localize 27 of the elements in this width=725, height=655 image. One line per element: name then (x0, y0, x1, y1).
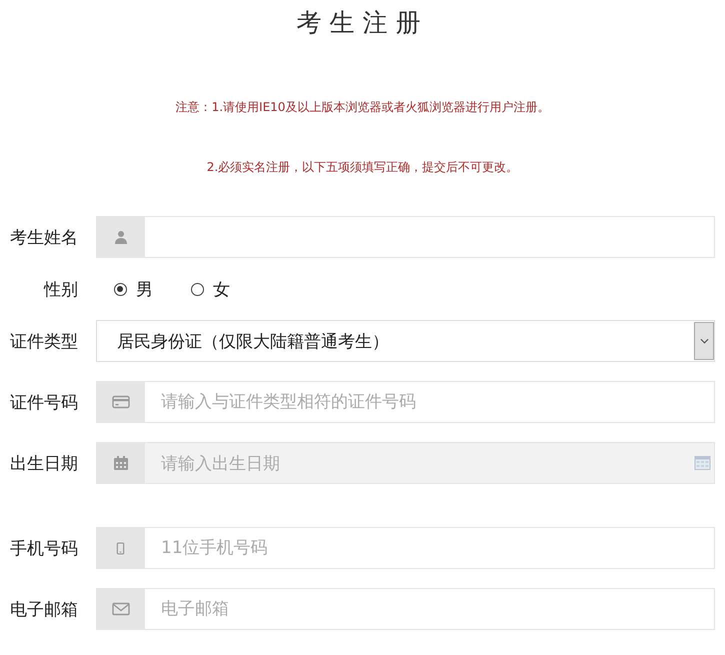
calendar-icon[interactable] (694, 456, 711, 470)
envelope-icon (112, 602, 130, 616)
card-icon (112, 395, 130, 409)
field-label: 性别 (42, 278, 78, 300)
radio-option[interactable]: 女 (191, 278, 230, 300)
field-label: 手机号码 (9, 538, 78, 560)
chevron-down-icon (700, 338, 708, 344)
input-field[interactable]: 11位手机号码 (145, 527, 715, 569)
dropdown-button[interactable] (694, 322, 714, 360)
calendar-icon (112, 455, 128, 471)
input-field[interactable] (145, 216, 715, 258)
select-value: 居民身份证（仅限大陆籍普通考生） (116, 330, 389, 352)
field-label: 出生日期 (9, 452, 78, 474)
input-field[interactable]: 电子邮箱 (145, 588, 715, 630)
person-icon (114, 230, 128, 244)
radio-option[interactable]: 男 (114, 278, 153, 300)
notice-text: 2.必须实名注册，以下五项须填写正确，提交后不可更改。 (206, 159, 518, 176)
field-label: 证件类型 (9, 330, 78, 352)
field-label: 证件号码 (9, 392, 78, 414)
page-title: 考生注册 (296, 7, 430, 39)
placeholder-text: 请输入出生日期 (161, 452, 280, 474)
notice-text: 注意：1.请使用IE10及以上版本浏览器或者火狐浏览器进行用户注册。 (176, 99, 550, 116)
field-label: 考生姓名 (9, 226, 78, 248)
select-field[interactable]: 居民身份证（仅限大陆籍普通考生） (96, 320, 715, 362)
input-field[interactable]: 请输入与证件类型相符的证件号码 (145, 381, 715, 423)
field-label: 电子邮箱 (9, 598, 78, 620)
phone-icon (116, 542, 125, 554)
